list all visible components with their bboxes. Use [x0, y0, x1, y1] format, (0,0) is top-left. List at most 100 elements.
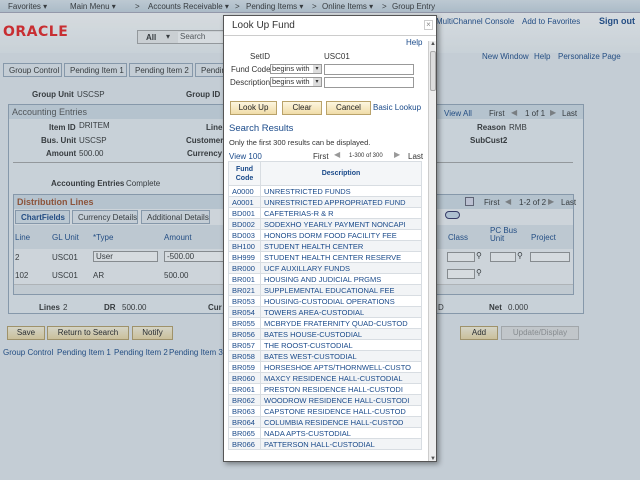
- first-label: First: [313, 152, 329, 161]
- scroll-down-icon[interactable]: ▼: [430, 456, 436, 461]
- fund-code-link[interactable]: A0000: [228, 185, 261, 197]
- fund-description-link[interactable]: BATES WEST-CUSTODIAL: [260, 350, 422, 362]
- fund-code-link[interactable]: BR065: [228, 427, 261, 439]
- result-row[interactable]: BR062 WOODROW RESIDENCE HALL-CUSTODI: [228, 394, 422, 406]
- clear-button[interactable]: Clear: [282, 101, 322, 115]
- vertical-scrollbar[interactable]: ▲ ▼: [428, 41, 436, 461]
- fund-description-link[interactable]: MCBRYDE FRATERNITY QUAD-CUSTOD: [260, 317, 422, 329]
- setid-label: SetID: [250, 52, 271, 61]
- scroll-up-icon[interactable]: ▲: [430, 41, 436, 47]
- fund-description-link[interactable]: PRESTON RESIDENCE HALL-CUSTODI: [260, 383, 422, 395]
- fund-code-link[interactable]: BR000: [228, 262, 261, 274]
- fund-code-link[interactable]: BD001: [228, 207, 261, 219]
- col-description[interactable]: Description: [260, 161, 422, 186]
- fund-description-link[interactable]: UNRESTRICTED APPROPRIATED FUND: [260, 196, 422, 208]
- result-row[interactable]: BR059 HORSESHOE APTS/THORNWELL-CUSTO: [228, 361, 422, 373]
- fund-code-input[interactable]: [324, 64, 414, 75]
- results-table: Fund Code Description A0000 UNRESTRICTED …: [228, 161, 422, 450]
- result-row[interactable]: BR054 TOWERS AREA-CUSTODIAL: [228, 306, 422, 318]
- fund-code-link[interactable]: BR058: [228, 350, 261, 362]
- result-row[interactable]: BR056 BATES HOUSE-CUSTODIAL: [228, 328, 422, 340]
- fund-code-label: Fund Code: [231, 65, 271, 74]
- cancel-button[interactable]: Cancel: [326, 101, 371, 115]
- fund-code-link[interactable]: BR055: [228, 317, 261, 329]
- scrollbar-thumb[interactable]: [430, 51, 436, 91]
- close-icon[interactable]: ×: [424, 20, 433, 30]
- result-row[interactable]: BD003 HONORS DORM FOOD FACILITY FEE: [228, 229, 422, 241]
- previous-icon[interactable]: ◀: [334, 150, 340, 159]
- fund-description-link[interactable]: HOUSING-CUSTODIAL OPERATIONS: [260, 295, 422, 307]
- fund-description-link[interactable]: HOUSING AND JUDICIAL PRGMS: [260, 273, 422, 285]
- fund-description-link[interactable]: THE ROOST-CUSTODIAL: [260, 339, 422, 351]
- description-input[interactable]: [324, 77, 414, 88]
- fund-description-link[interactable]: CAPSTONE RESIDENCE HALL-CUSTOD: [260, 405, 422, 417]
- dialog-help-link[interactable]: Help: [406, 38, 422, 47]
- result-row[interactable]: BR057 THE ROOST-CUSTODIAL: [228, 339, 422, 351]
- fund-code-link[interactable]: BR062: [228, 394, 261, 406]
- fund-code-link[interactable]: BR060: [228, 372, 261, 384]
- col-fund-code[interactable]: Fund Code: [228, 161, 261, 186]
- result-row[interactable]: BD002 SODEXHO YEARLY PAYMENT NONCAPI: [228, 218, 422, 230]
- result-row[interactable]: BR066 PATTERSON HALL-CUSTODIAL: [228, 438, 422, 450]
- fund-code-link[interactable]: BR054: [228, 306, 261, 318]
- result-row[interactable]: BH999 STUDENT HEALTH CENTER RESERVE: [228, 251, 422, 263]
- fund-code-link[interactable]: A0001: [228, 196, 261, 208]
- fund-code-link[interactable]: BR061: [228, 383, 261, 395]
- result-row[interactable]: BR061 PRESTON RESIDENCE HALL-CUSTODI: [228, 383, 422, 395]
- result-row[interactable]: BH100 STUDENT HEALTH CENTER: [228, 240, 422, 252]
- fund-description-link[interactable]: UNRESTRICTED FUNDS: [260, 185, 422, 197]
- fund-description-link[interactable]: WOODROW RESIDENCE HALL-CUSTODI: [260, 394, 422, 406]
- fund-code-link[interactable]: BR056: [228, 328, 261, 340]
- result-row[interactable]: BR058 BATES WEST-CUSTODIAL: [228, 350, 422, 362]
- result-row[interactable]: BD001 CAFETERIAS-R & R: [228, 207, 422, 219]
- result-row[interactable]: BR065 NADA APTS-CUSTODIAL: [228, 427, 422, 439]
- fund-code-link[interactable]: BR001: [228, 273, 261, 285]
- result-row[interactable]: A0001 UNRESTRICTED APPROPRIATED FUND: [228, 196, 422, 208]
- result-row[interactable]: BR001 HOUSING AND JUDICIAL PRGMS: [228, 273, 422, 285]
- fund-code-link[interactable]: BH100: [228, 240, 261, 252]
- fund-description-link[interactable]: CAFETERIAS-R & R: [260, 207, 422, 219]
- fund-description-link[interactable]: BATES HOUSE-CUSTODIAL: [260, 328, 422, 340]
- fund-code-link[interactable]: BR064: [228, 416, 261, 428]
- look-up-fund-dialog: Look Up Fund × Help SetID USC01 Fund Cod…: [223, 15, 437, 462]
- fund-code-link[interactable]: BH999: [228, 251, 261, 263]
- fund-description-link[interactable]: HONORS DORM FOOD FACILITY FEE: [260, 229, 422, 241]
- fund-code-link[interactable]: BR063: [228, 405, 261, 417]
- result-row[interactable]: BR021 SUPPLEMENTAL EDUCATIONAL FEE: [228, 284, 422, 296]
- operator-value: begins with: [272, 64, 310, 73]
- last-label: Last: [408, 152, 424, 161]
- fund-description-link[interactable]: NADA APTS-CUSTODIAL: [260, 427, 422, 439]
- result-row[interactable]: BR064 COLUMBIA RESIDENCE HALL-CUSTOD: [228, 416, 422, 428]
- fund-code-link[interactable]: BR057: [228, 339, 261, 351]
- result-row[interactable]: BR053 HOUSING-CUSTODIAL OPERATIONS: [228, 295, 422, 307]
- fund-description-link[interactable]: SUPPLEMENTAL EDUCATIONAL FEE: [260, 284, 422, 296]
- fund-code-operator-select[interactable]: begins with ▾: [270, 64, 322, 74]
- fund-description-link[interactable]: UCF AUXILLARY FUNDS: [260, 262, 422, 274]
- next-icon[interactable]: ▶: [394, 150, 400, 159]
- fund-code-link[interactable]: BR021: [228, 284, 261, 296]
- result-row[interactable]: BR055 MCBRYDE FRATERNITY QUAD-CUSTOD: [228, 317, 422, 329]
- result-row[interactable]: BR060 MAXCY RESIDENCE HALL-CUSTODIAL: [228, 372, 422, 384]
- fund-description-link[interactable]: MAXCY RESIDENCE HALL-CUSTODIAL: [260, 372, 422, 384]
- dialog-title: Look Up Fund: [224, 16, 436, 36]
- fund-description-link[interactable]: TOWERS AREA-CUSTODIAL: [260, 306, 422, 318]
- basic-lookup-link[interactable]: Basic Lookup: [373, 103, 421, 112]
- fund-code-link[interactable]: BD003: [228, 229, 261, 241]
- description-operator-select[interactable]: begins with ▾: [270, 77, 322, 87]
- result-row[interactable]: BR000 UCF AUXILLARY FUNDS: [228, 262, 422, 274]
- fund-description-link[interactable]: STUDENT HEALTH CENTER RESERVE: [260, 251, 422, 263]
- look-up-button[interactable]: Look Up: [230, 101, 277, 115]
- view-100-link[interactable]: View 100: [229, 152, 262, 161]
- fund-description-link[interactable]: STUDENT HEALTH CENTER: [260, 240, 422, 252]
- fund-description-link[interactable]: COLUMBIA RESIDENCE HALL-CUSTOD: [260, 416, 422, 428]
- result-row[interactable]: BR063 CAPSTONE RESIDENCE HALL-CUSTOD: [228, 405, 422, 417]
- fund-code-link[interactable]: BR059: [228, 361, 261, 373]
- results-count: 1-300 of 300: [349, 153, 383, 159]
- fund-description-link[interactable]: SODEXHO YEARLY PAYMENT NONCAPI: [260, 218, 422, 230]
- fund-description-link[interactable]: HORSESHOE APTS/THORNWELL-CUSTO: [260, 361, 422, 373]
- fund-code-link[interactable]: BR066: [228, 438, 261, 450]
- result-row[interactable]: A0000 UNRESTRICTED FUNDS: [228, 185, 422, 197]
- fund-description-link[interactable]: PATTERSON HALL-CUSTODIAL: [260, 438, 422, 450]
- fund-code-link[interactable]: BD002: [228, 218, 261, 230]
- fund-code-link[interactable]: BR053: [228, 295, 261, 307]
